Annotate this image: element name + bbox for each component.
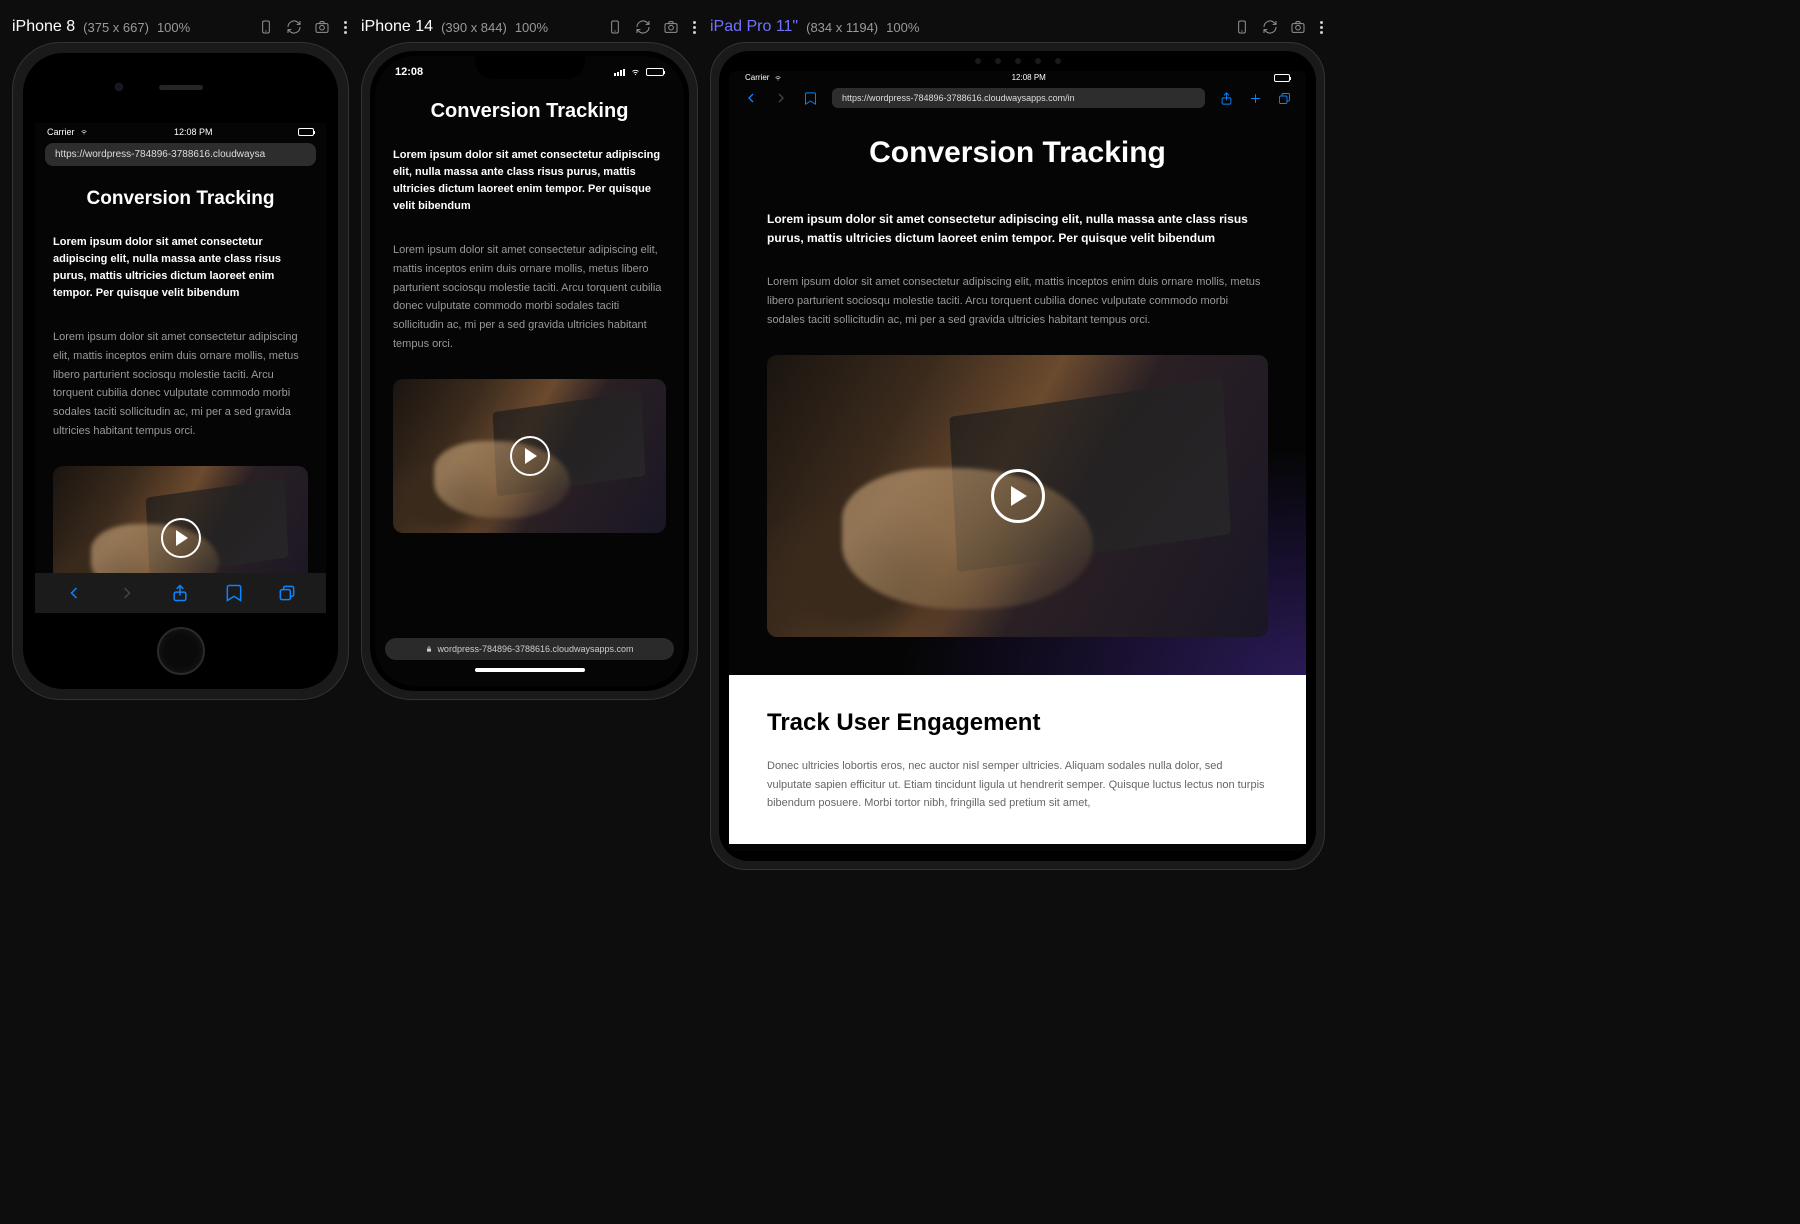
camera-array: [975, 58, 1061, 64]
body-paragraph: Lorem ipsum dolor sit amet consectetur a…: [729, 273, 1306, 329]
url-bar[interactable]: https://wordpress-784896-3788616.cloudwa…: [45, 143, 316, 166]
reload-icon[interactable]: [635, 19, 651, 35]
camera-icon[interactable]: [314, 19, 330, 35]
device-icon[interactable]: [1234, 19, 1250, 35]
back-icon[interactable]: [64, 583, 84, 603]
device-icon[interactable]: [607, 19, 623, 35]
section-title: Track User Engagement: [767, 709, 1268, 737]
lock-icon: [425, 645, 433, 653]
reload-icon[interactable]: [1262, 19, 1278, 35]
browser-toolbar: [35, 573, 326, 613]
status-time: 12:08 PM: [1012, 73, 1046, 82]
play-icon[interactable]: [991, 469, 1045, 523]
bookmarks-icon[interactable]: [224, 583, 244, 603]
device-name: iPad Pro 11": [710, 18, 798, 36]
device-name: iPhone 14: [361, 18, 433, 36]
play-icon[interactable]: [510, 436, 550, 476]
carrier-label: Carrier: [47, 127, 75, 137]
device-zoom: 100%: [515, 20, 548, 35]
lead-paragraph: Lorem ipsum dolor sit amet consectetur a…: [53, 234, 308, 302]
wifi-icon: [773, 74, 783, 82]
more-icon[interactable]: [691, 19, 698, 36]
ipad-frame: Carrier 12:08 PM https://wordpress-78489…: [710, 42, 1325, 870]
camera-dot: [115, 83, 123, 91]
camera-icon[interactable]: [663, 19, 679, 35]
more-icon[interactable]: [342, 19, 349, 36]
device-icon[interactable]: [258, 19, 274, 35]
share-icon[interactable]: [1219, 91, 1234, 106]
carrier-label: Carrier: [745, 73, 769, 82]
lead-paragraph: Lorem ipsum dolor sit amet consectetur a…: [393, 147, 666, 215]
tabs-icon[interactable]: [277, 583, 297, 603]
tabs-icon[interactable]: [1277, 91, 1292, 106]
body-paragraph: Lorem ipsum dolor sit amet consectetur a…: [53, 328, 308, 440]
forward-icon[interactable]: [773, 90, 789, 106]
wifi-icon: [79, 128, 89, 136]
page-title: Conversion Tracking: [53, 188, 308, 210]
forward-icon[interactable]: [117, 583, 137, 603]
device-zoom: 100%: [886, 20, 919, 35]
device-zoom: 100%: [157, 20, 190, 35]
more-icon[interactable]: [1318, 19, 1325, 36]
share-icon[interactable]: [170, 583, 190, 603]
video-thumbnail[interactable]: [767, 355, 1268, 637]
battery-icon: [1274, 74, 1290, 82]
play-icon[interactable]: [161, 518, 201, 558]
new-tab-icon[interactable]: [1248, 91, 1263, 106]
device-dimensions: (834 x 1194): [806, 20, 878, 35]
home-indicator[interactable]: [475, 668, 585, 672]
camera-icon[interactable]: [1290, 19, 1306, 35]
battery-icon: [646, 68, 664, 76]
back-icon[interactable]: [743, 90, 759, 106]
video-thumbnail[interactable]: [393, 379, 666, 533]
body-paragraph: Lorem ipsum dolor sit amet consectetur a…: [393, 241, 666, 353]
speaker-slot: [159, 85, 203, 90]
status-time: 12:08: [395, 66, 423, 78]
page-title: Conversion Tracking: [729, 136, 1306, 170]
device-name: iPhone 8: [12, 18, 75, 36]
url-bar[interactable]: wordpress-784896-3788616.cloudwaysapps.c…: [385, 638, 674, 660]
video-thumbnail[interactable]: [53, 466, 308, 580]
iphone8-frame: Carrier 12:08 PM https://wordpress-78489…: [12, 42, 349, 700]
page-title: Conversion Tracking: [393, 100, 666, 123]
signal-icon: [614, 69, 625, 76]
lead-paragraph: Lorem ipsum dolor sit amet consectetur a…: [729, 210, 1306, 247]
url-text: wordpress-784896-3788616.cloudwaysapps.c…: [437, 644, 633, 654]
reload-icon[interactable]: [286, 19, 302, 35]
device-dimensions: (375 x 667): [83, 20, 149, 35]
url-bar[interactable]: https://wordpress-784896-3788616.cloudwa…: [832, 88, 1205, 108]
home-button[interactable]: [157, 627, 205, 675]
wifi-icon: [629, 67, 642, 77]
notch: [475, 51, 585, 79]
device-dimensions: (390 x 844): [441, 20, 507, 35]
status-time: 12:08 PM: [174, 127, 213, 137]
iphone14-frame: 12:08 Conversion Tracking Lorem ipsum do…: [361, 42, 698, 700]
battery-icon: [298, 128, 314, 136]
bookmarks-icon[interactable]: [803, 91, 818, 106]
section-body: Donec ultricies lobortis eros, nec aucto…: [767, 757, 1268, 813]
